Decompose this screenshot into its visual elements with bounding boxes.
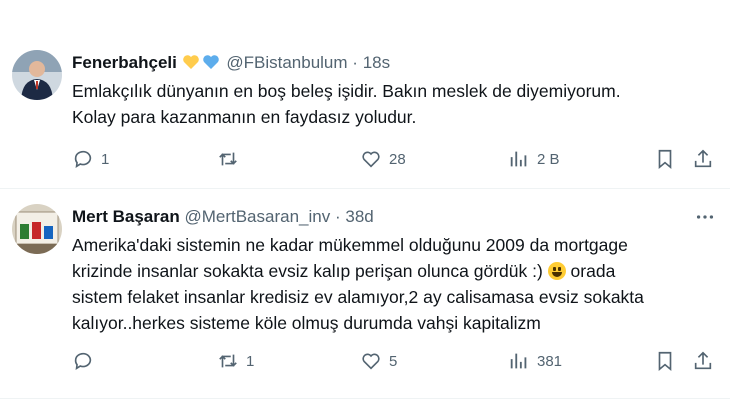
tweet-text-line: krizinde insanlar sokakta evsiz kalıp pe…: [72, 258, 712, 284]
bookmark-button[interactable]: [654, 148, 676, 170]
tweet-header: Fenerbahçeli @FBistanbulum · 18s: [72, 53, 390, 73]
repost-icon: [219, 354, 237, 368]
separator: ·: [352, 53, 358, 72]
reply-button[interactable]: 1: [72, 148, 109, 170]
views-button[interactable]: 2 B: [508, 148, 560, 170]
like-button[interactable]: 5: [360, 350, 397, 372]
repost-button[interactable]: [217, 148, 246, 170]
repost-button[interactable]: 1: [217, 350, 254, 372]
separator: ·: [334, 207, 341, 226]
bookmark-icon: [658, 351, 672, 372]
avatar[interactable]: [12, 50, 62, 100]
like-count: 28: [389, 150, 406, 168]
views-icon: [510, 151, 527, 167]
like-button[interactable]: 28: [360, 148, 406, 170]
tweet[interactable]: Fenerbahçeli @FBistanbulum · 18s Emlakçı…: [0, 30, 730, 190]
text-segment: krizinde insanlar sokakta evsiz kalıp pe…: [72, 261, 543, 281]
views-icon: [510, 353, 527, 369]
repost-count: 1: [246, 352, 255, 370]
tweet-text-line: Amerika'daki sistemin ne kadar mükemmel …: [72, 235, 628, 255]
like-count: 5: [389, 352, 398, 370]
tweet-text-line: kalıyor..herkes sisteme köle olmuş durum…: [72, 313, 541, 333]
more-options-button[interactable]: [694, 206, 716, 233]
reply-icon: [74, 150, 92, 168]
reply-icon: [74, 352, 92, 370]
divider: [0, 188, 730, 189]
text-segment: orada: [570, 261, 616, 281]
action-bar: 1 5 381: [72, 350, 717, 376]
views-count: 381: [537, 352, 563, 370]
tweet-header: Mert Başaran @MertBasaran_inv · 38d: [72, 207, 374, 227]
timestamp[interactable]: 18s: [363, 53, 390, 72]
avatar[interactable]: [12, 204, 62, 254]
like-icon: [362, 151, 380, 168]
views-button[interactable]: 381: [508, 350, 562, 372]
share-icon: [694, 351, 712, 370]
blue-heart-icon: [202, 55, 219, 69]
tweet-text: Emlakçılık dünyanın en boş beleş işidir.…: [72, 81, 621, 127]
action-bar: 1 28 2 B: [72, 148, 717, 174]
reply-button[interactable]: [72, 350, 101, 372]
avatar-image: [12, 204, 62, 254]
handle[interactable]: @FBistanbulum: [226, 53, 347, 72]
timestamp[interactable]: 38d: [345, 207, 373, 226]
reply-count: 1: [101, 150, 110, 168]
views-count: 2 B: [537, 150, 560, 168]
yellow-heart-icon: [182, 55, 199, 69]
avatar-image: [12, 50, 62, 100]
display-name[interactable]: Mert Başaran: [72, 207, 180, 226]
share-icon: [694, 149, 712, 168]
tweet-text-line: sistem felaket insanlar kredisiz ev alam…: [72, 287, 644, 307]
heart-emojis: [182, 53, 222, 73]
tweet-text: Amerika'daki sistemin ne kadar mükemmel …: [72, 232, 712, 336]
like-icon: [362, 353, 380, 370]
handle[interactable]: @MertBasaran_inv: [184, 207, 330, 226]
divider: [0, 398, 730, 399]
bookmark-icon: [658, 149, 672, 170]
smile-emoji: [547, 262, 566, 280]
repost-icon: [219, 152, 237, 166]
bookmark-button[interactable]: [654, 350, 676, 372]
display-name[interactable]: Fenerbahçeli: [72, 53, 177, 72]
share-button[interactable]: [692, 350, 714, 372]
more-icon: [696, 215, 714, 219]
share-button[interactable]: [692, 148, 714, 170]
tweet[interactable]: Mert Başaran @MertBasaran_inv · 38d Amer…: [0, 190, 730, 390]
